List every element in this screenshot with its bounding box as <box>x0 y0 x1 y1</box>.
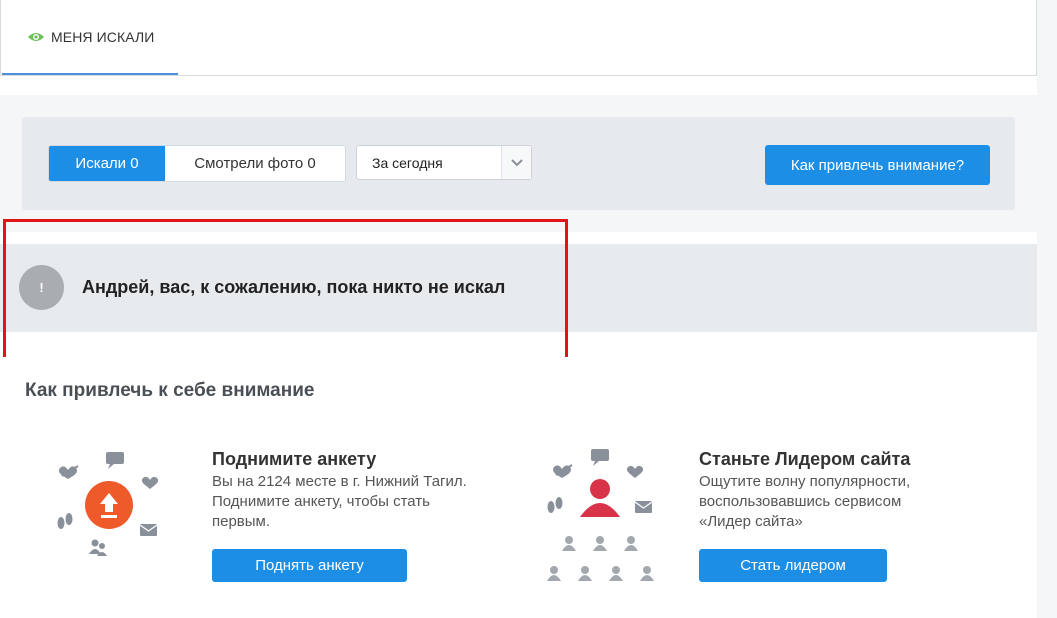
chevron-down-icon <box>501 146 531 179</box>
leader-icon <box>547 449 654 581</box>
raise-profile-icon <box>57 452 159 556</box>
period-select[interactable]: За сегодня <box>356 145 532 180</box>
period-select-value: За сегодня <box>372 154 443 171</box>
raise-profile-button[interactable]: Поднять анкету <box>212 549 407 582</box>
segment-viewed-photos[interactable]: Смотрели фото 0 <box>165 146 345 181</box>
promo-leader-text: Ощутите волну популярности, воспользовав… <box>699 473 911 530</box>
page-scrollbar[interactable] <box>1037 0 1057 618</box>
view-segmented-control: Искали 0 Смотрели фото 0 <box>48 145 346 182</box>
tab-searched-me[interactable]: МЕНЯ ИСКАЛИ <box>2 0 178 75</box>
promo-raise-title: Поднимите анкету <box>212 449 377 469</box>
promo-leader-title: Станьте Лидером сайта <box>699 449 911 469</box>
become-leader-button[interactable]: Стать лидером <box>699 549 887 582</box>
how-to-attract-button[interactable]: Как привлечь внимание? <box>765 145 990 185</box>
segment-searched[interactable]: Искали 0 <box>49 146 165 181</box>
tab-label: МЕНЯ ИСКАЛИ <box>51 28 155 45</box>
top-tab-bar: МЕНЯ ИСКАЛИ <box>0 0 1037 76</box>
highlight-frame <box>3 219 568 364</box>
section-title: Как привлечь к себе внимание <box>25 380 315 401</box>
filter-panel: Искали 0 Смотрели фото 0 За сегодня Как … <box>22 117 1015 210</box>
eye-icon <box>28 32 44 41</box>
promo-raise-text: Вы на 2124 месте в г. Нижний Тагил. Подн… <box>212 473 467 530</box>
